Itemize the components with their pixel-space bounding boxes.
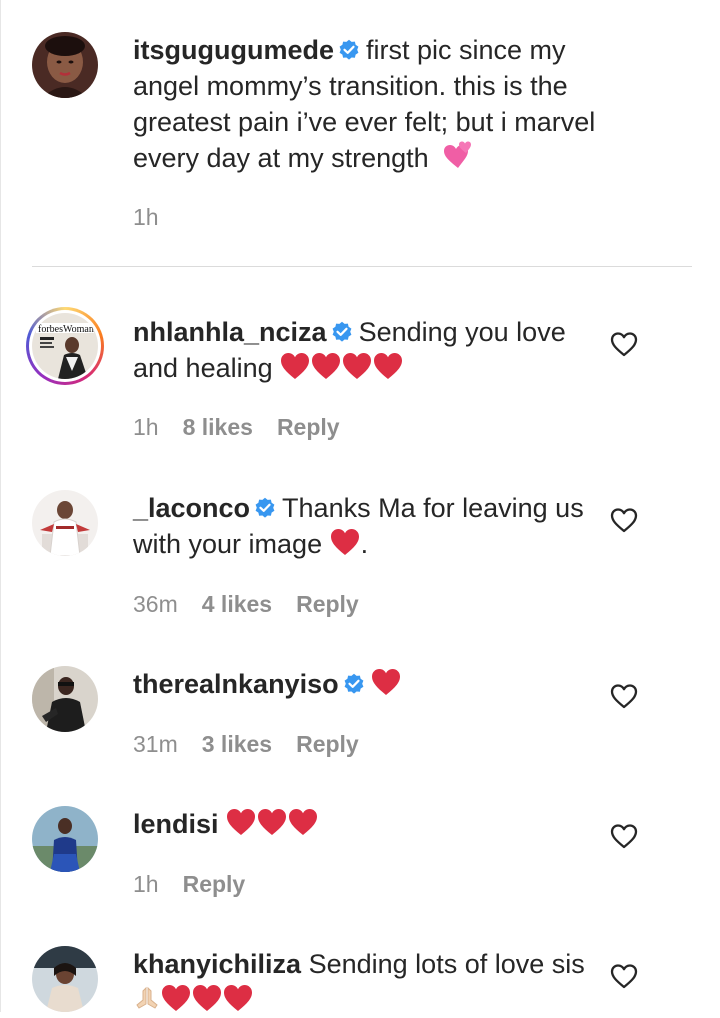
red-heart-icon [257,808,287,836]
folded-hands-icon [133,984,161,1012]
verified-badge-icon [254,497,276,519]
comment-likes[interactable]: 4 likes [202,591,272,617]
red-heart-icon [226,808,256,836]
comment-emoji [280,353,404,383]
heart-outline-icon[interactable] [610,331,638,357]
two-hearts-icon [440,140,474,170]
comment-text: nhlanhla_nciza Sending you love and heali… [133,314,603,386]
avatar-_laconco[interactable] [32,490,98,556]
comment-emoji [330,529,361,559]
heart-outline-icon[interactable] [610,683,638,709]
comment-time: 1h [133,414,159,440]
comment-username[interactable]: khanyichiliza [133,949,301,979]
avatar-nhlanhla_nciza[interactable]: forbesWoman [26,307,104,385]
comment-username[interactable]: therealnkanyiso [133,669,339,699]
comment-text: lendisi [133,806,603,842]
verified-badge-icon [338,39,360,61]
comment-time: 1h [133,871,159,897]
caption-meta: 1h [133,204,183,231]
heart-outline-icon[interactable] [610,507,638,533]
red-heart-icon [330,528,360,556]
comment-emoji [133,985,254,1015]
reply-button[interactable]: Reply [183,871,246,897]
red-heart-icon [371,668,401,696]
comment-emoji [226,809,319,839]
reply-button[interactable]: Reply [277,414,340,440]
red-heart-icon [223,984,253,1012]
avatar-therealnkanyiso[interactable] [32,666,98,732]
heart-outline-icon[interactable] [610,823,638,849]
avatar-itsgugugumede[interactable] [32,32,98,98]
comment-username[interactable]: nhlanhla_nciza [133,317,327,347]
comment-meta: 1h 8 likes Reply [133,414,364,441]
comment-body: Sending lots of love sis [308,949,585,979]
avatar-lendisi[interactable] [32,806,98,872]
red-heart-icon [311,352,341,380]
reply-button[interactable]: Reply [296,591,359,617]
divider [32,266,692,267]
red-heart-icon [280,352,310,380]
comment-username[interactable]: _laconco [133,493,250,523]
caption-username[interactable]: itsgugugumede [133,35,334,65]
comment-username[interactable]: lendisi [133,809,219,839]
comment-text: therealnkanyiso [133,666,603,702]
comment-meta: 31m 3 likes Reply [133,731,383,758]
comment-likes[interactable]: 8 likes [183,414,253,440]
caption-time: 1h [133,204,159,230]
avatar-khanyichiliza[interactable] [32,946,98,1012]
red-heart-icon [192,984,222,1012]
red-heart-icon [161,984,191,1012]
comment-meta: 1h Reply [133,871,269,898]
comment-meta: 36m 4 likes Reply [133,591,383,618]
svg-text:forbesWoman: forbesWoman [38,324,94,335]
verified-badge-icon [343,673,365,695]
comment-time: 36m [133,591,178,617]
verified-badge-icon [331,321,353,343]
red-heart-icon [373,352,403,380]
comment-likes[interactable]: 3 likes [202,731,272,757]
red-heart-icon [288,808,318,836]
comment-text: khanyichiliza Sending lots of love sis [133,946,603,1018]
caption-text: itsgugugumede first pic since my angel mo… [133,32,603,176]
heart-outline-icon[interactable] [610,963,638,989]
comment-suffix: . [360,529,369,559]
comment-text: _laconco Thanks Ma for leaving us with yo… [133,490,603,562]
post-caption: itsgugugumede first pic since my angel mo… [0,0,720,268]
red-heart-icon [342,352,372,380]
reply-button[interactable]: Reply [296,731,359,757]
comment-emoji [371,669,402,699]
comment-time: 31m [133,731,178,757]
